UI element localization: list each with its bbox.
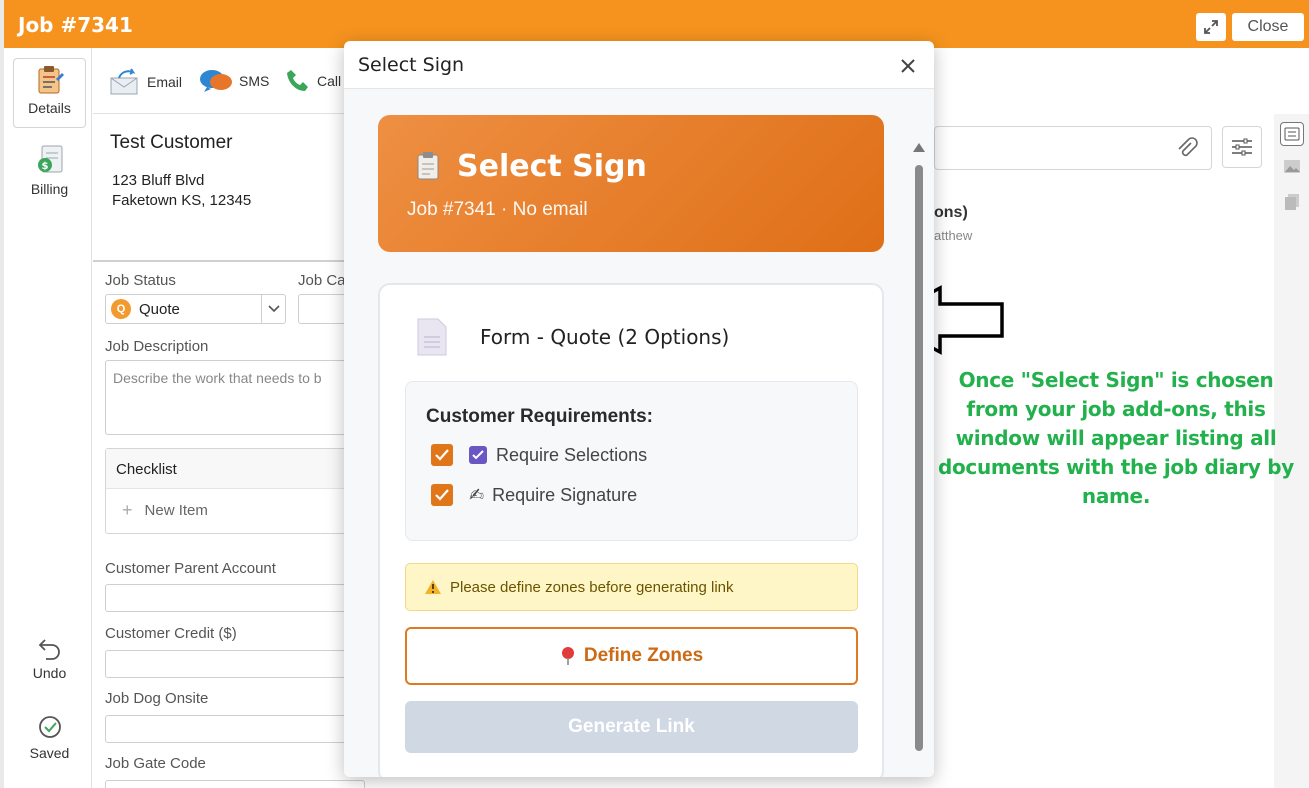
diary-entry-title[interactable]: ons) [934,204,968,222]
job-gate-input[interactable] [105,780,365,788]
job-status-select[interactable]: Q Quote [105,294,286,324]
quote-status-badge: Q [111,299,131,319]
writing-hand-icon: ✍ [469,484,485,505]
sidebar: Details $ Billing Undo Saved [4,48,92,788]
customer-requirements: Customer Requirements: Require Selection… [405,381,858,541]
require-signature-checkbox[interactable] [431,484,453,506]
notes-icon[interactable] [1280,122,1304,146]
clipboard-icon [38,66,64,94]
clipboard-icon [417,152,439,180]
expand-icon [1204,20,1218,34]
job-description-label: Job Description [105,338,209,355]
warning-text: Please define zones before generating li… [450,578,734,596]
modal-header: Select Sign [344,41,934,89]
scroll-up-icon[interactable] [912,141,926,153]
billing-icon: $ [37,145,62,173]
documents-icon[interactable] [1280,190,1304,214]
define-zones-button[interactable]: Define Zones [405,627,858,685]
modal-scrollbar[interactable] [912,141,926,777]
customer-address-line1: 123 Bluff Blvd [112,172,205,189]
document-card: Form - Quote (2 Options) Customer Requir… [378,283,884,777]
scroll-thumb[interactable] [915,165,923,751]
call-action[interactable]: Call [285,68,341,94]
email-action[interactable]: Email [109,68,182,96]
checkbox-emoji-icon [469,446,487,464]
sidebar-item-details[interactable]: Details [13,58,86,128]
require-signature-row[interactable]: ✍ Require Signature [431,484,637,506]
chevron-down-icon [261,295,285,323]
sidebar-item-billing[interactable]: $ Billing [13,144,86,204]
zones-warning: Please define zones before generating li… [405,563,858,611]
job-gate-label: Job Gate Code [105,755,206,772]
customer-name[interactable]: Test Customer [110,132,232,154]
plus-icon: + [122,500,133,520]
undo-button[interactable]: Undo [13,636,86,696]
phone-icon [287,70,308,91]
require-selections-checkbox[interactable] [431,444,453,466]
sliders-icon [1232,138,1252,156]
define-zones-label: Define Zones [583,645,704,666]
sidebar-item-label: Details [28,100,71,116]
job-category-label: Job Cat [298,272,350,289]
paperclip-icon[interactable] [1175,137,1199,161]
customer-panel: Test Customer 123 Bluff Blvd Faketown KS… [93,114,353,262]
document-title: Form - Quote (2 Options) [480,325,730,349]
diary-entry-author: atthew [934,228,973,243]
close-button[interactable]: Close [1232,13,1304,41]
checklist: Checklist + New Item [105,448,365,534]
pin-icon [561,647,574,665]
window-title: Job #7341 [18,13,133,37]
hero-subtitle: Job #7341 · No email [407,199,588,220]
undo-label: Undo [32,665,67,681]
parent-account-input[interactable] [105,584,365,612]
call-label: Call [317,73,342,89]
job-status-label: Job Status [105,272,176,289]
require-selections-label: Require Selections [496,444,648,465]
customer-credit-label: Customer Credit ($) [105,625,237,642]
email-label: Email [147,74,183,90]
job-dog-label: Job Dog Onsite [105,690,209,707]
generate-link-button[interactable]: Generate Link [405,701,858,753]
select-sign-hero: Select Sign Job #7341 · No email [378,115,884,252]
expand-button[interactable] [1196,13,1226,41]
saved-label: Saved [29,745,70,761]
require-selections-row[interactable]: Require Selections [431,444,647,466]
email-icon [110,68,138,95]
photos-icon[interactable] [1280,154,1304,178]
undo-icon [38,639,60,660]
add-checklist-item[interactable]: + New Item [106,489,364,532]
job-form: Job Status Q Quote Job Cat Job Descripti… [93,262,365,788]
sidebar-item-label: Billing [30,181,69,197]
sms-action[interactable]: SMS [199,68,269,94]
select-sign-modal: Select Sign Select Sign Job #7341 · No e… [344,41,934,777]
sms-icon [200,70,232,92]
tutorial-annotation: Once "Select Sign" is chosen from your j… [937,368,1295,508]
diary-search-input[interactable] [934,126,1212,170]
saved-check-icon [38,716,61,738]
checklist-title: Checklist [106,449,364,489]
filter-button[interactable] [1222,126,1262,168]
require-signature-label: Require Signature [492,484,638,505]
modal-title: Select Sign [358,54,465,76]
job-dog-input[interactable] [105,715,365,743]
document-icon [417,318,447,356]
job-description-input[interactable]: Describe the work that needs to b [105,360,365,435]
sms-label: SMS [239,73,270,89]
saved-status: Saved [13,714,86,774]
close-icon[interactable] [897,55,919,77]
parent-account-label: Customer Parent Account [105,560,276,577]
new-item-label: New Item [144,502,208,519]
warning-icon [425,580,441,594]
requirements-title: Customer Requirements: [426,406,653,427]
hero-title: Select Sign [457,149,647,184]
svg-text:$: $ [41,161,48,172]
job-status-value: Quote [139,300,180,318]
customer-address-line2: Faketown KS, 12345 [112,192,252,209]
modal-body: Select Sign Job #7341 · No email Form - … [344,89,934,777]
customer-credit-input[interactable] [105,650,365,678]
